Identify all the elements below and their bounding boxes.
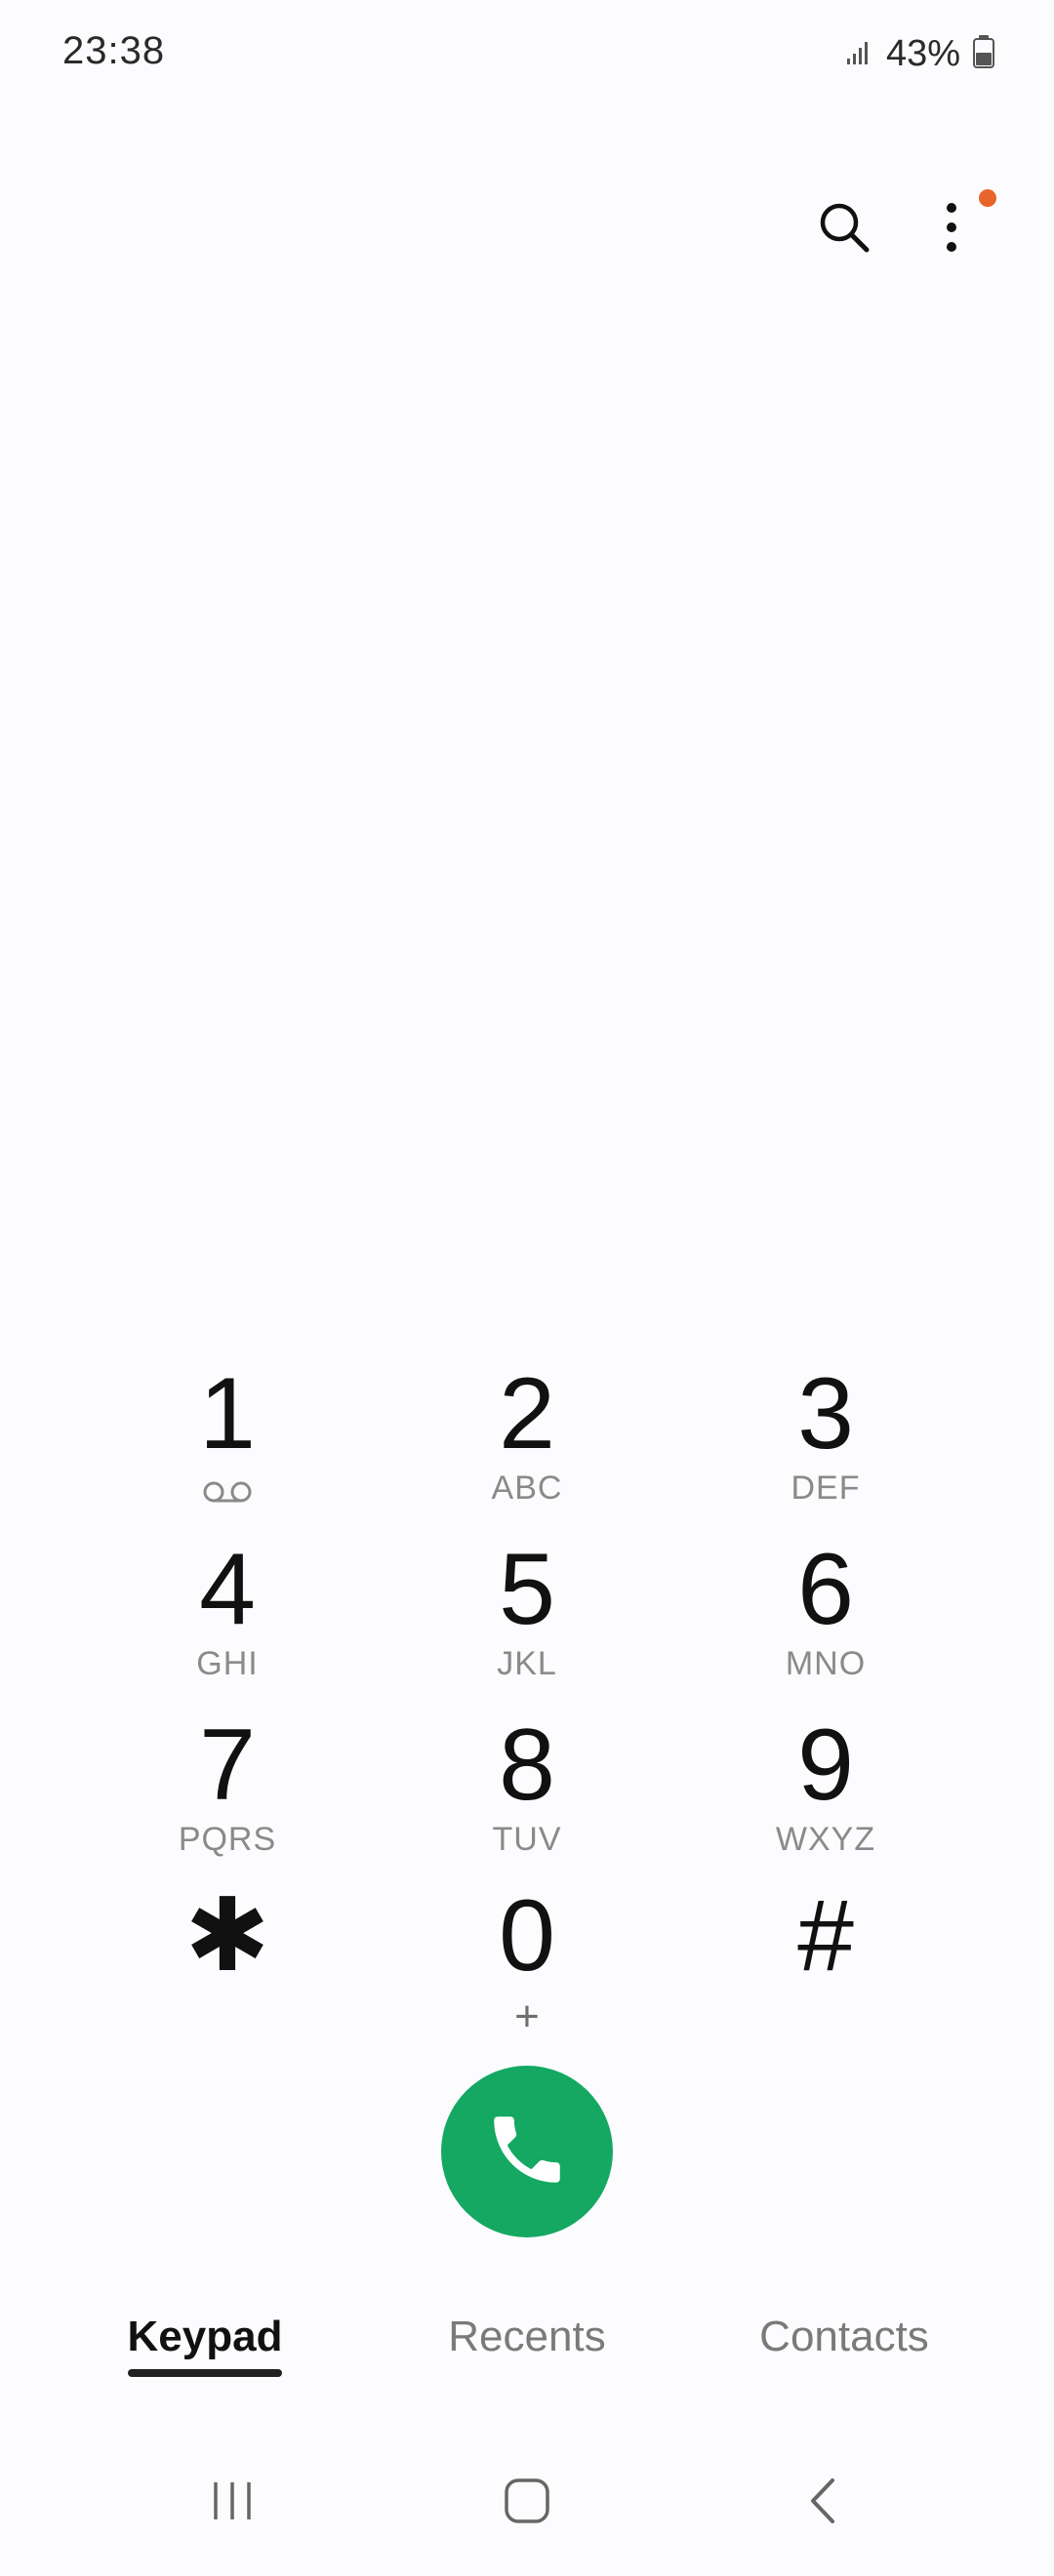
key-digit: 1 (199, 1357, 256, 1470)
key-letters: TUV (492, 1821, 562, 1858)
key-5[interactable]: 5 JKL (400, 1532, 654, 1698)
key-7[interactable]: 7 PQRS (101, 1708, 354, 1873)
key-plus: + (514, 1992, 540, 2040)
recent-apps-button[interactable] (174, 2459, 291, 2547)
battery-percent: 43% (885, 32, 960, 74)
more-vert-icon (942, 198, 961, 262)
call-button[interactable] (441, 2066, 613, 2237)
recent-apps-icon (208, 2476, 257, 2530)
key-digit: 6 (797, 1533, 854, 1646)
status-indicators: 43% (845, 29, 995, 78)
key-9[interactable]: 9 WXYZ (699, 1708, 953, 1873)
voicemail-icon (200, 1473, 255, 1510)
home-icon (503, 2476, 551, 2530)
tab-keypad-label: Keypad (127, 2313, 283, 2360)
battery-icon (972, 34, 995, 74)
tab-contacts-label: Contacts (759, 2313, 929, 2360)
back-button[interactable] (765, 2459, 882, 2547)
key-hash[interactable]: # (699, 1878, 953, 2044)
key-2[interactable]: 2 ABC (400, 1356, 654, 1522)
key-digit: # (797, 1879, 854, 1992)
key-letters: DEF (790, 1469, 861, 1507)
key-digit: 3 (797, 1357, 854, 1470)
key-digit: 7 (199, 1709, 256, 1822)
tab-contacts[interactable]: Contacts (742, 2313, 947, 2410)
key-letters: GHI (196, 1645, 259, 1682)
key-digit: 4 (199, 1533, 256, 1646)
tab-recents[interactable]: Recents (439, 2313, 615, 2410)
signal-icon (845, 37, 874, 71)
key-letters: JKL (497, 1645, 557, 1682)
back-icon (799, 2476, 848, 2530)
key-digit: 2 (499, 1357, 555, 1470)
key-6[interactable]: 6 MNO (699, 1532, 953, 1698)
active-tab-indicator (128, 2369, 282, 2377)
key-star[interactable]: ✱ (101, 1878, 354, 2044)
top-actions (800, 185, 1015, 283)
key-1[interactable]: 1 (101, 1356, 354, 1522)
key-3[interactable]: 3 DEF (699, 1356, 953, 1522)
key-0[interactable]: 0 + (400, 1878, 654, 2044)
search-button[interactable] (800, 185, 888, 273)
key-digit: ✱ (184, 1879, 270, 1992)
key-letters: PQRS (178, 1821, 277, 1858)
key-letters: WXYZ (775, 1821, 876, 1858)
key-digit: 0 (499, 1879, 555, 1992)
tab-recents-label: Recents (448, 2313, 606, 2360)
bottom-tab-bar: Keypad Recents Contacts (0, 2313, 1054, 2420)
search-icon (815, 198, 873, 262)
home-button[interactable] (468, 2459, 586, 2547)
key-letters: MNO (785, 1645, 867, 1682)
system-nav-bar (0, 2459, 1054, 2547)
status-time: 23:38 (62, 29, 166, 72)
key-letters: ABC (491, 1469, 563, 1507)
notification-dot (979, 189, 996, 207)
phone-icon (483, 2106, 571, 2198)
key-4[interactable]: 4 GHI (101, 1532, 354, 1698)
key-digit: 5 (499, 1533, 555, 1646)
key-digit: 9 (797, 1709, 854, 1822)
tab-keypad[interactable]: Keypad (127, 2313, 283, 2410)
key-8[interactable]: 8 TUV (400, 1708, 654, 1873)
status-bar: 23:38 43% (0, 0, 1054, 107)
key-digit: 8 (499, 1709, 555, 1822)
